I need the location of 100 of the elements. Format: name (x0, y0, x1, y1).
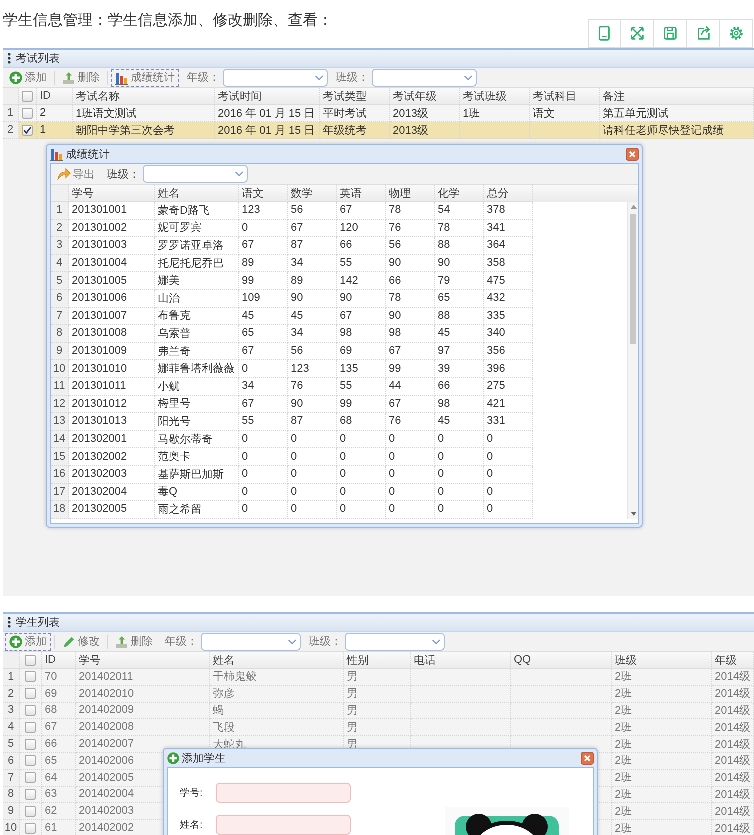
add-button[interactable]: 添加 (5, 632, 51, 650)
dropdown[interactable] (345, 632, 445, 650)
expand-icon (628, 25, 646, 42)
table-cell: 99 (239, 272, 288, 290)
table-cell: 梅里号 (155, 396, 239, 414)
table-cell: 201302005 (69, 501, 155, 519)
table-cell: 2016 年 01 月 15 日 (215, 122, 320, 139)
dropdown[interactable] (201, 632, 301, 650)
statistics-button[interactable]: 成绩统计 (111, 68, 179, 86)
table-cell: 0 (386, 430, 435, 448)
checkbox[interactable] (25, 688, 36, 700)
scrollbar[interactable] (627, 202, 638, 519)
dropdown[interactable] (223, 68, 328, 86)
table-cell: 475 (484, 272, 533, 290)
filter-label: 年级： (165, 635, 198, 649)
checkbox[interactable] (25, 772, 36, 784)
delete-button[interactable]: 删除 (58, 68, 104, 86)
tablet-button[interactable] (588, 19, 621, 48)
table-cell: 201302001 (69, 430, 155, 448)
table-cell: 蝎 (210, 702, 344, 720)
checkbox[interactable] (25, 755, 36, 766)
panel-title: 学生列表 (16, 616, 60, 630)
table-cell: 34 (288, 254, 337, 272)
table-cell: 55 (337, 378, 386, 396)
input-field[interactable] (216, 815, 351, 835)
page-heading: 学生信息管理：学生信息添加、修改删除、查看： (2, 10, 333, 30)
checkbox[interactable] (25, 822, 36, 834)
table-cell: 0 (337, 466, 386, 484)
table-cell: 45 (435, 325, 484, 343)
table-cell: 2班 (612, 752, 712, 770)
table-cell: 0 (484, 466, 533, 484)
caret-icon (235, 171, 244, 177)
checkbox[interactable] (22, 108, 33, 118)
delete-button[interactable]: 删除 (111, 632, 157, 650)
table-cell: 2班 (612, 770, 712, 787)
row-number: 4 (51, 254, 69, 272)
checkbox[interactable] (25, 654, 36, 666)
row-number: 12 (51, 396, 69, 414)
table-cell: 201302003 (69, 466, 155, 484)
table-cell: 45 (288, 308, 337, 326)
table-cell: 67 (239, 396, 288, 414)
table-cell: 56 (288, 342, 337, 360)
table-cell: 2班 (612, 686, 712, 703)
table-cell: 托尼托尼乔巴 (155, 254, 239, 272)
table-cell: 90 (288, 290, 337, 308)
checkbox[interactable] (22, 90, 33, 102)
dropdown[interactable] (372, 68, 477, 86)
checkbox[interactable] (25, 806, 36, 817)
settings-button[interactable] (720, 19, 753, 48)
row-number: 11 (51, 378, 69, 396)
table-cell: 66 (435, 378, 484, 396)
settings-icon (728, 25, 744, 42)
table-cell: 飞段 (210, 719, 344, 736)
table-cell: 55 (337, 254, 386, 272)
table-cell: 2班 (612, 820, 712, 835)
checkbox[interactable] (25, 671, 36, 682)
close-icon[interactable] (626, 148, 639, 160)
checkbox[interactable] (25, 738, 36, 750)
filter-label: 班级： (107, 168, 140, 182)
table-cell: 2班 (612, 736, 712, 753)
table-cell: 男 (344, 719, 411, 736)
table-cell: 78 (435, 220, 484, 238)
table-cell: 朝阳中学第三次会考 (73, 122, 215, 139)
input-field[interactable] (216, 783, 351, 803)
table-cell: 0 (239, 448, 288, 466)
table-cell: 乌索普 (155, 325, 239, 343)
filter-label: 班级： (336, 71, 369, 85)
checkbox[interactable] (25, 788, 36, 800)
dropdown[interactable] (143, 165, 248, 183)
table-cell: 小鱿 (155, 378, 239, 396)
dots-icon (8, 617, 11, 628)
table-cell: 62 (42, 803, 76, 820)
table-cell (460, 122, 530, 139)
add-button[interactable]: 添加 (5, 68, 51, 86)
column-header: QQ (511, 652, 612, 669)
expand-button[interactable] (621, 19, 654, 48)
edit-button[interactable]: 修改 (58, 632, 104, 650)
table-cell: 201402010 (76, 686, 210, 703)
export-button[interactable]: 导出 (53, 165, 99, 183)
column-header: 学号 (69, 185, 155, 202)
save-button[interactable] (654, 19, 687, 48)
share-button[interactable] (687, 19, 720, 48)
table-cell: 61 (42, 820, 76, 835)
table-cell: 66 (386, 272, 435, 290)
checkbox[interactable] (25, 704, 36, 716)
checkbox[interactable] (25, 722, 36, 733)
table-cell: 0 (435, 430, 484, 448)
table-cell: 69 (337, 342, 386, 360)
table-cell: 67 (42, 719, 76, 736)
close-icon[interactable] (581, 752, 594, 764)
checkbox[interactable] (22, 124, 33, 136)
table-cell: 76 (288, 378, 337, 396)
table-cell: 2014级 (712, 820, 754, 835)
table-cell: 87 (288, 237, 337, 255)
table-cell: 358 (484, 254, 533, 272)
field-label: 姓名: (180, 819, 204, 832)
table-cell: 0 (386, 448, 435, 466)
caret-icon (315, 74, 324, 80)
table-cell: 331 (484, 413, 533, 431)
row-number: 2 (3, 122, 19, 139)
